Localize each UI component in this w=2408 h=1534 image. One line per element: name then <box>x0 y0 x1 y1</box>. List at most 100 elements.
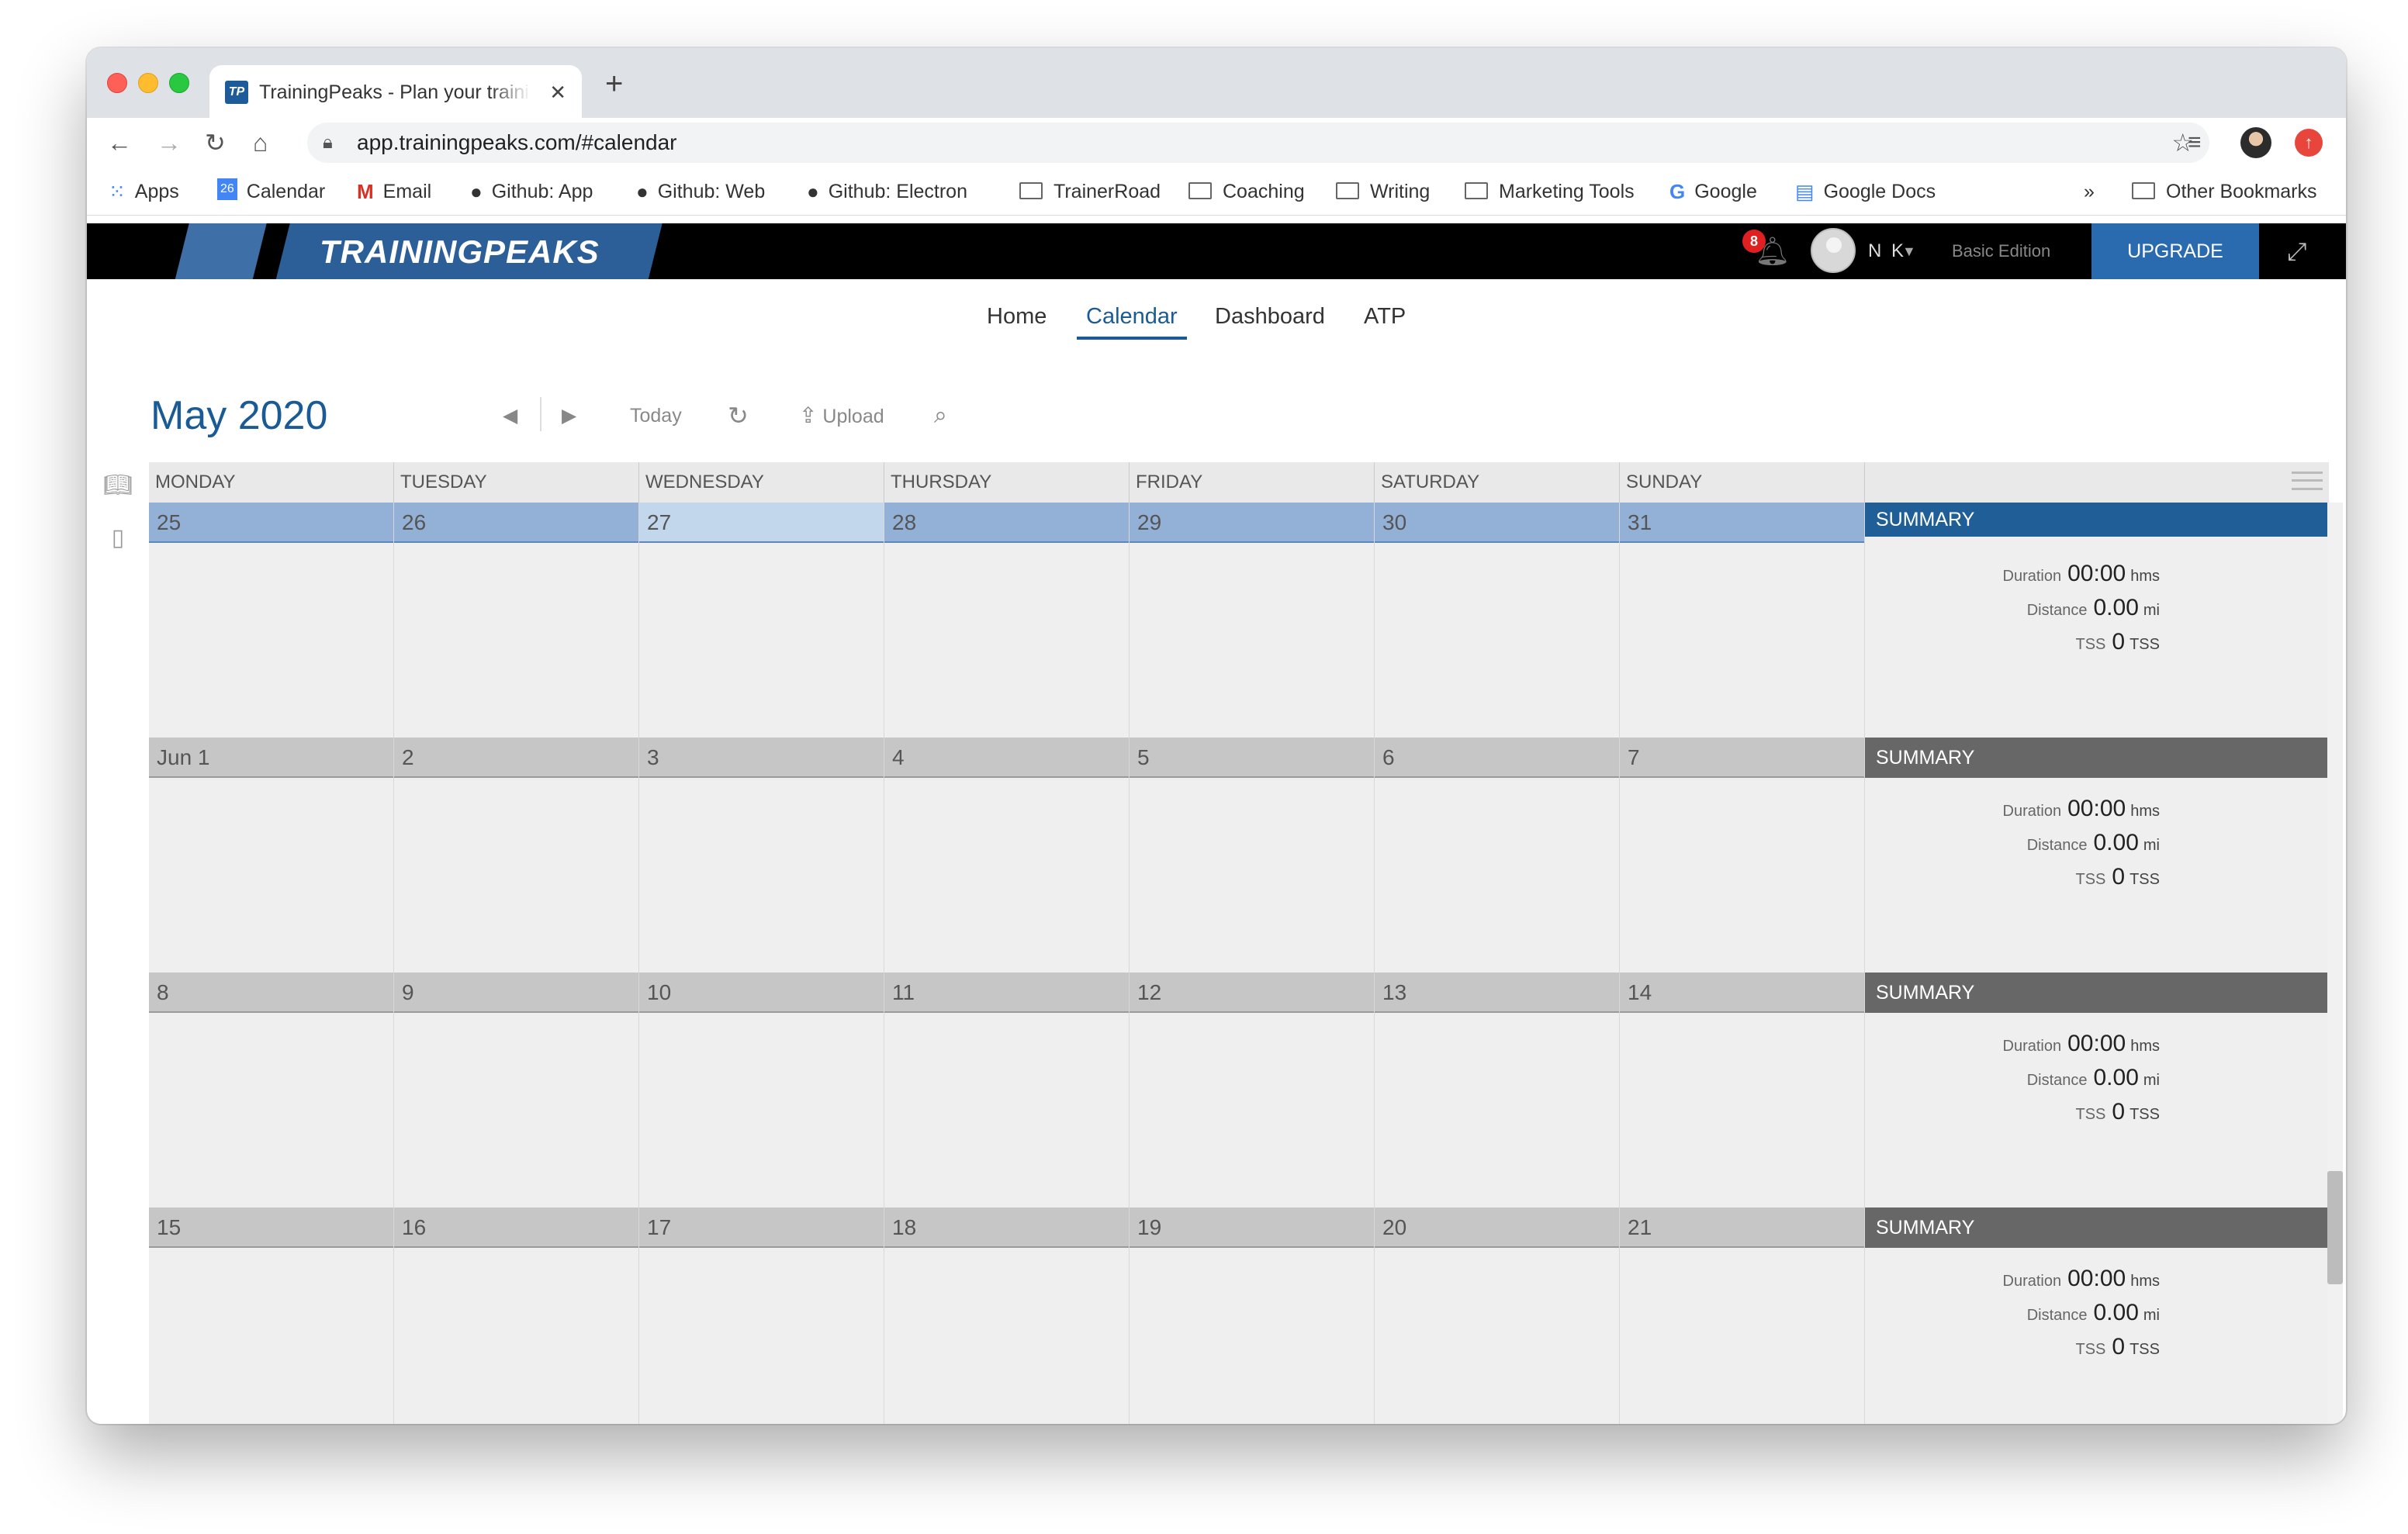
grid-menu-icon[interactable] <box>2292 472 2323 490</box>
nav-calendar[interactable]: Calendar <box>1086 301 1178 332</box>
folder-icon <box>1336 182 1359 200</box>
day-cell[interactable]: 11 <box>884 973 1130 1208</box>
previous-arrow-icon[interactable]: ◀ <box>503 400 517 431</box>
week-summary[interactable]: SUMMARY Duration 00:00 hms Distance 0.00 mi … <box>1865 503 2327 738</box>
day-cell[interactable]: 3 <box>639 738 884 973</box>
back-arrow-icon[interactable]: ← <box>107 126 132 160</box>
maximize-window-button[interactable] <box>169 73 189 93</box>
home-icon[interactable]: ⌂ <box>253 126 268 160</box>
minimize-window-button[interactable] <box>138 73 158 93</box>
search-icon[interactable]: ⌕ <box>934 400 947 431</box>
scrollbar-thumb[interactable] <box>2327 1171 2343 1284</box>
bookmarks-overflow-chevron-icon[interactable]: » <box>2084 178 2095 205</box>
today-button[interactable]: Today <box>630 400 682 431</box>
control-divider <box>540 397 541 431</box>
browser-tab[interactable]: TP TrainingPeaks - Plan your training ✕ <box>209 65 582 118</box>
week-summary[interactable]: SUMMARY Duration 00:00 hms Distance 0.00 mi … <box>1865 973 2327 1208</box>
distance-stat: Distance 0.00 mi <box>2026 830 2160 855</box>
day-header-thursday: THURSDAY <box>884 462 1130 503</box>
summary-title: SUMMARY <box>1865 1208 2327 1248</box>
bookmark-trainerroad[interactable]: TrainerRoad <box>1019 178 1161 205</box>
fullscreen-expand-icon[interactable]: ⤢ <box>2287 236 2307 267</box>
update-arrow-icon[interactable]: ↑ <box>2295 129 2323 157</box>
bookmark-coaching[interactable]: Coaching <box>1188 178 1305 205</box>
profile-avatar[interactable] <box>2240 127 2271 158</box>
close-window-button[interactable] <box>107 73 127 93</box>
bookmark-other-bookmarks[interactable]: Other Bookmarks <box>2132 178 2317 205</box>
bookmarks-bar: ⁙ Apps 26 Calendar M Email ● Github: App ● Gi… <box>87 168 2346 216</box>
day-cell[interactable]: 31 <box>1620 503 1865 738</box>
day-cell[interactable]: 29 <box>1130 503 1375 738</box>
media-queue-icon[interactable]: ≡ <box>2188 126 2202 160</box>
day-number: 27 <box>639 503 884 543</box>
day-cell[interactable]: 30 <box>1375 503 1620 738</box>
day-cell[interactable]: 20 <box>1375 1208 1620 1424</box>
notes-panel-icon[interactable]: ▯ <box>102 523 133 554</box>
bookmark-google-docs[interactable]: ▤ Google Docs <box>1795 178 1936 205</box>
day-cell[interactable]: Jun 1 <box>149 738 394 973</box>
day-cell[interactable]: 13 <box>1375 973 1620 1208</box>
bookmark-email[interactable]: M Email <box>357 178 431 205</box>
reload-icon[interactable]: ↻ <box>205 126 226 160</box>
forward-arrow-icon[interactable]: → <box>157 126 182 160</box>
nav-home[interactable]: Home <box>987 301 1047 332</box>
address-bar[interactable]: 🔒︎ app.trainingpeaks.com/#calendar ☆ <box>307 123 2209 163</box>
trainingpeaks-logo[interactable]: TRAININGPEAKS <box>320 233 600 271</box>
day-cell[interactable]: 19 <box>1130 1208 1375 1424</box>
user-avatar[interactable] <box>1811 228 1856 273</box>
bookmark-writing[interactable]: Writing <box>1336 178 1430 205</box>
day-cell[interactable]: 25 <box>149 503 394 738</box>
tss-stat: TSS 0 TSS <box>2075 1099 2161 1125</box>
bookmark-github-web[interactable]: ● Github: Web <box>636 178 765 205</box>
day-cell[interactable]: 4 <box>884 738 1130 973</box>
week-summary[interactable]: SUMMARY Duration 00:00 hms Distance 0.00 mi … <box>1865 1208 2327 1424</box>
nav-atp[interactable]: ATP <box>1364 301 1406 332</box>
day-cell[interactable]: 17 <box>639 1208 884 1424</box>
upload-button[interactable]: ⇪ Upload <box>799 400 884 432</box>
nav-dashboard[interactable]: Dashboard <box>1215 301 1325 332</box>
day-number: 6 <box>1375 738 1619 778</box>
day-cell[interactable]: 6 <box>1375 738 1620 973</box>
github-icon: ● <box>470 180 483 203</box>
library-book-icon[interactable]: 📖︎ <box>102 470 133 501</box>
day-cell[interactable]: 14 <box>1620 973 1865 1208</box>
day-cell[interactable]: 21 <box>1620 1208 1865 1424</box>
new-tab-icon[interactable]: + <box>605 67 623 101</box>
day-cell[interactable]: 16 <box>394 1208 639 1424</box>
day-cell[interactable]: 5 <box>1130 738 1375 973</box>
tab-close-icon[interactable]: ✕ <box>549 79 566 105</box>
day-cell[interactable]: 2 <box>394 738 639 973</box>
day-cell[interactable]: 28 <box>884 503 1130 738</box>
bookmark-github-app[interactable]: ● Github: App <box>470 178 593 205</box>
folder-icon <box>1465 182 1488 200</box>
user-menu-caret-icon[interactable]: ▼ <box>1902 239 1916 264</box>
scrollbar-track[interactable] <box>2327 503 2343 1424</box>
day-number: 14 <box>1620 973 1864 1013</box>
day-cell[interactable]: 7 <box>1620 738 1865 973</box>
day-cell[interactable]: 9 <box>394 973 639 1208</box>
day-cell[interactable]: 15 <box>149 1208 394 1424</box>
bookmark-github-electron[interactable]: ● Github: Electron <box>807 178 967 205</box>
bookmark-apps[interactable]: ⁙ Apps <box>109 178 179 205</box>
url-text[interactable]: app.trainingpeaks.com/#calendar <box>357 130 676 156</box>
day-number: 11 <box>884 973 1129 1013</box>
day-cell[interactable]: 8 <box>149 973 394 1208</box>
week-summary[interactable]: SUMMARY Duration 00:00 hms Distance 0.00 mi … <box>1865 738 2327 973</box>
bookmark-calendar[interactable]: 26 Calendar <box>217 178 325 205</box>
bookmark-google[interactable]: G Google <box>1669 178 1757 205</box>
user-initials[interactable]: N K <box>1868 239 1906 264</box>
next-arrow-icon[interactable]: ▶ <box>562 400 576 431</box>
day-number: 4 <box>884 738 1129 778</box>
upgrade-button[interactable]: UPGRADE <box>2091 223 2259 279</box>
year: 2020 <box>237 393 328 438</box>
edition-label: Basic Edition <box>1952 241 2051 261</box>
refresh-icon[interactable]: ↻ <box>728 400 749 431</box>
day-cell[interactable]: 26 <box>394 503 639 738</box>
day-header-sunday: SUNDAY <box>1620 462 1865 503</box>
day-cell-today[interactable]: 27 <box>639 503 884 738</box>
day-cell[interactable]: 18 <box>884 1208 1130 1424</box>
day-cell[interactable]: 12 <box>1130 973 1375 1208</box>
day-cell[interactable]: 10 <box>639 973 884 1208</box>
month-name: May <box>150 393 227 438</box>
bookmark-marketing-tools[interactable]: Marketing Tools <box>1465 178 1635 205</box>
